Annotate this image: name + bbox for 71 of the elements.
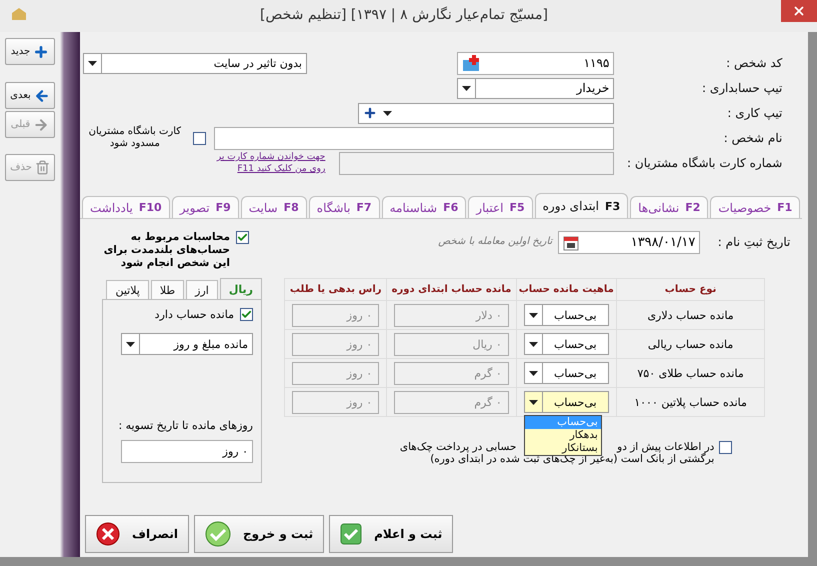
note-text: حسابی در پرداخت چک‌های — [400, 441, 516, 453]
check-icon — [204, 521, 231, 547]
dropdown-arrow-icon[interactable] — [528, 400, 538, 404]
account-type: مانده حساب ریالی — [648, 338, 734, 350]
site-effect-dropdown[interactable]: بدون تاثیر در سایت — [83, 52, 307, 74]
field-label: روزهای مانده تا تاریخ تسویه : — [117, 419, 253, 432]
note-text: در اطلاعات پیش از دو — [616, 441, 714, 453]
field-label: تیپ حسابداری : — [700, 81, 782, 95]
dropdown-arrow-icon[interactable] — [528, 342, 538, 346]
cancel-icon — [96, 522, 120, 546]
plus-icon[interactable] — [363, 106, 378, 120]
field-label: تاریخ ثبتِ نام : — [716, 235, 790, 249]
close-icon — [792, 4, 806, 18]
registration-date-field[interactable]: ۱۳۹۸/۰۱/۱۷ — [558, 231, 700, 254]
balance-mode-dropdown[interactable]: مانده مبلغ و روز — [121, 333, 253, 355]
has-balance-checkbox[interactable] — [240, 308, 253, 321]
nature-dropdown[interactable]: بی‌حساب — [524, 362, 609, 384]
dropdown-arrow-icon[interactable] — [88, 60, 97, 66]
block-card-checkbox[interactable] — [193, 132, 206, 144]
dropdown-arrow-icon[interactable] — [126, 342, 135, 346]
account-type: مانده حساب طلای ۷۵۰ — [637, 366, 744, 380]
hint-text: تاریخ اولین معامله با شخص — [438, 236, 552, 247]
column-header: نوع حساب — [616, 278, 765, 300]
currency-tab[interactable]: پلاتین — [106, 280, 149, 299]
sidebar-button[interactable]: بعدی — [5, 82, 55, 109]
trash-icon — [34, 160, 50, 175]
field-label: تیپ کاری : — [726, 106, 782, 120]
sidebar-button[interactable]: جدید — [5, 38, 55, 65]
window-title: [مسیّج تمام‌عیار نگارش ۸ | ۱۳۹۷] [تنظیم شخص] — [259, 6, 549, 23]
currency-tab[interactable]: ریال — [220, 278, 262, 299]
column-header: مانده حساب ابتدای دوره — [386, 278, 516, 300]
nature-dropdown[interactable]: بی‌حساب — [524, 391, 609, 413]
person-name-field[interactable] — [214, 126, 614, 150]
nature-dropdown[interactable]: بی‌حساب — [524, 333, 609, 355]
app-icon — [11, 7, 27, 21]
arrow-right-icon — [33, 116, 50, 132]
footer-button[interactable]: ثبت و خروج — [194, 515, 324, 553]
accounting-type-dropdown[interactable]: خریدار — [457, 78, 614, 98]
column-header: راس بدهی یا طلب — [284, 278, 387, 300]
long-term-checkbox[interactable] — [236, 231, 249, 244]
folder-add-icon[interactable] — [462, 54, 480, 72]
field-label: نام شخص : — [722, 131, 782, 145]
dropdown-option[interactable]: بستانکار — [524, 442, 601, 455]
read-card-link[interactable]: جهت خواندن شماره کارت بر روی من کلیک کنید F11 — [215, 151, 326, 175]
dropdown-option[interactable]: بدهکار — [524, 429, 601, 442]
checkbox-label: مانده حساب دارد — [154, 308, 234, 321]
check-icon — [340, 523, 362, 545]
dropdown-arrow-icon[interactable] — [462, 86, 472, 90]
calendar-icon[interactable] — [563, 234, 580, 250]
plus-icon — [33, 44, 50, 60]
footer-button[interactable]: انصراف — [85, 515, 189, 553]
club-card-field[interactable] — [339, 152, 614, 174]
cheque-checkbox[interactable] — [719, 441, 732, 454]
arrow-left-icon — [34, 88, 50, 104]
field-label: کد شخص : — [725, 56, 782, 70]
dropdown-arrow-icon[interactable] — [383, 110, 392, 116]
dropdown-arrow-icon[interactable] — [528, 370, 538, 376]
checkbox-label: کارت باشگاه مشتریان مسدود شود — [88, 126, 182, 150]
account-type: مانده حساب دلاری — [647, 308, 734, 322]
nature-dropdown[interactable]: بی‌حساب — [524, 304, 609, 326]
currency-tab[interactable]: ارز — [186, 280, 218, 299]
account-type: مانده حساب پلاتین ۱۰۰۰ — [634, 396, 747, 408]
column-header: ماهیت مانده حساب — [516, 278, 616, 300]
footer-button[interactable]: ثبت و اعلام — [329, 515, 454, 553]
dropdown-arrow-icon[interactable] — [528, 312, 538, 318]
checkbox-label: محاسبات مربوط به حساب‌های بلندمدت برای این شخص انجام شود — [102, 231, 230, 270]
currency-tab[interactable]: طلا — [150, 280, 184, 299]
field-label: شماره کارت باشگاه مشتریان : — [626, 156, 782, 170]
person-code-field[interactable]: ۱۱۹۵ — [457, 52, 614, 74]
days-field[interactable]: ٠ روز — [121, 440, 253, 463]
close-button[interactable] — [781, 0, 817, 22]
